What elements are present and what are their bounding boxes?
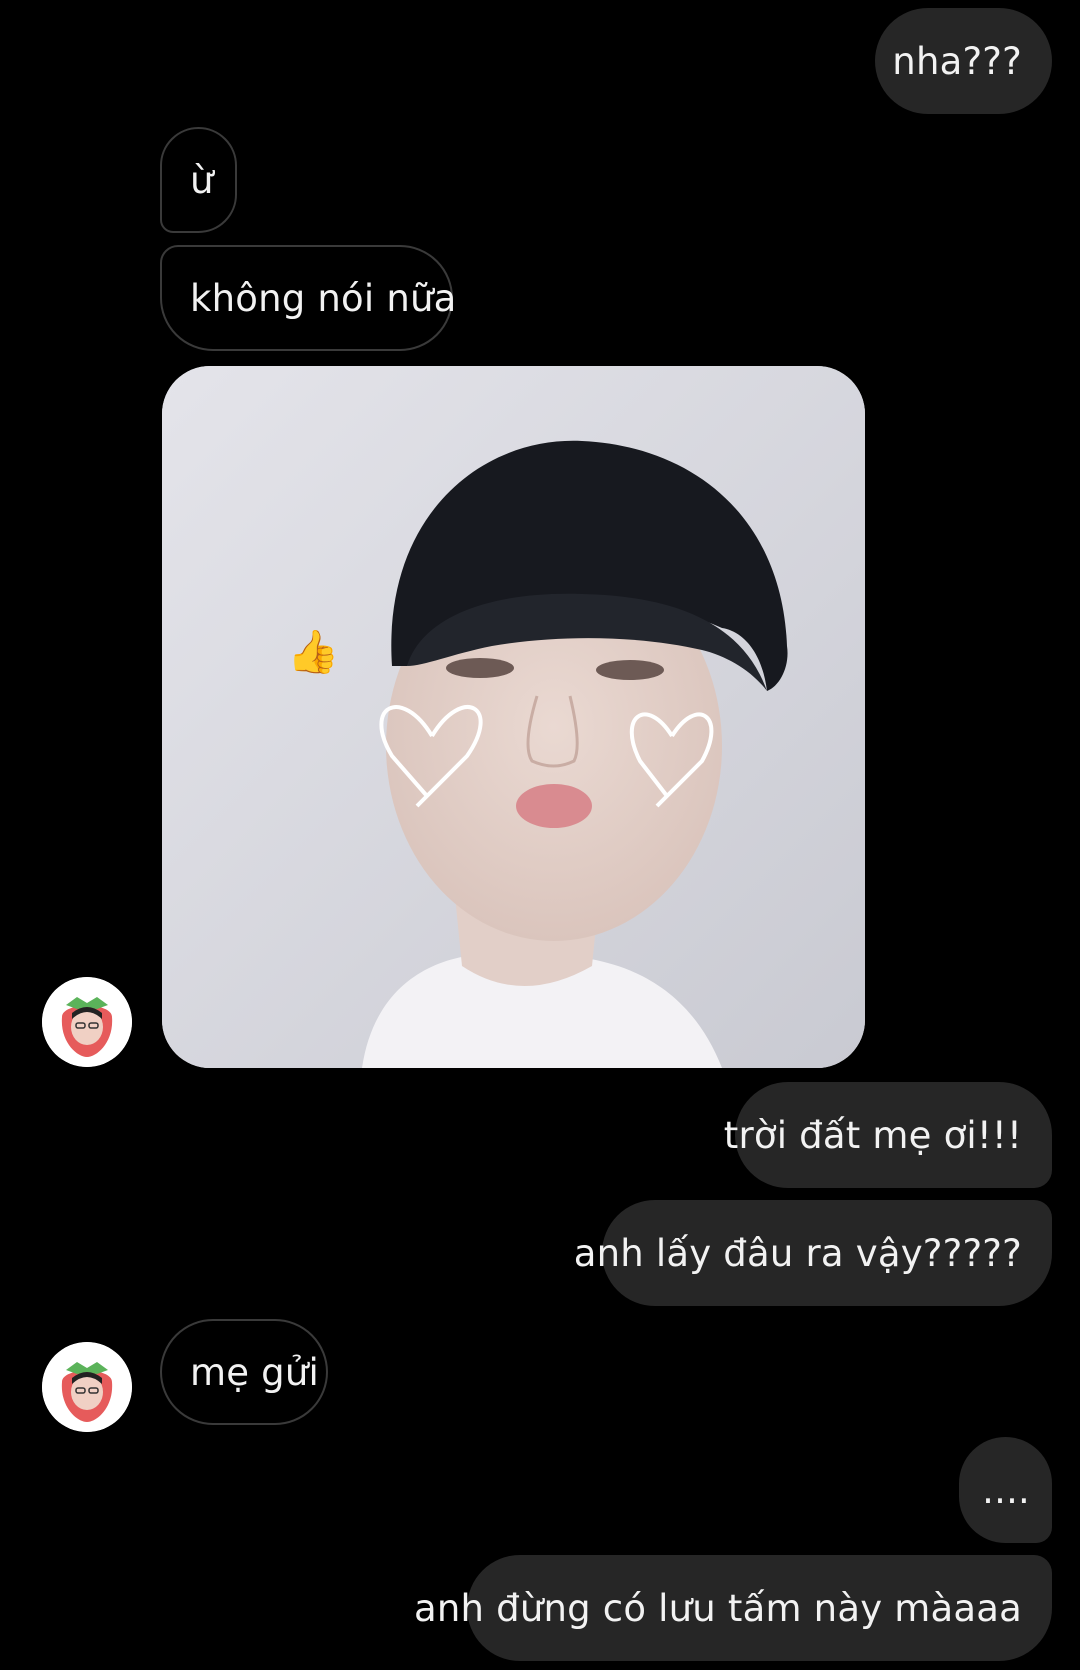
message-text: mẹ gửi [190, 1350, 319, 1394]
incoming-photo-message[interactable]: 👍 [162, 366, 865, 1068]
strawberry-avatar-icon[interactable] [42, 1342, 132, 1432]
photo-image: 👍 [162, 366, 865, 1068]
message-text: ừ [190, 158, 214, 202]
message-text: anh lấy đâu ra vậy????? [573, 1231, 1022, 1275]
chat-thread[interactable]: nha??? ừ không nói nữa 👍 trời đất mẹ ơi!… [0, 0, 1080, 1670]
thumbs-up-sticker-icon: 👍 [287, 627, 339, 676]
outgoing-message[interactable]: anh lấy đâu ra vậy????? [574, 1200, 1052, 1306]
incoming-message[interactable]: ừ [160, 127, 237, 233]
outgoing-message[interactable]: anh đừng có lưu tấm này màaaa [414, 1555, 1052, 1661]
message-text: anh đừng có lưu tấm này màaaa [414, 1586, 1022, 1630]
strawberry-avatar-icon[interactable] [42, 977, 132, 1067]
message-text: trời đất mẹ ơi!!! [723, 1113, 1022, 1157]
outgoing-message[interactable]: nha??? [875, 8, 1052, 114]
outgoing-message[interactable]: trời đất mẹ ơi!!! [724, 1082, 1052, 1188]
incoming-message[interactable]: không nói nữa [160, 245, 456, 351]
incoming-message[interactable]: mẹ gửi [160, 1319, 328, 1425]
outgoing-message[interactable]: .... [959, 1437, 1052, 1543]
message-text: .... [982, 1468, 1030, 1512]
message-text: không nói nữa [190, 276, 457, 320]
message-text: nha??? [892, 39, 1022, 83]
